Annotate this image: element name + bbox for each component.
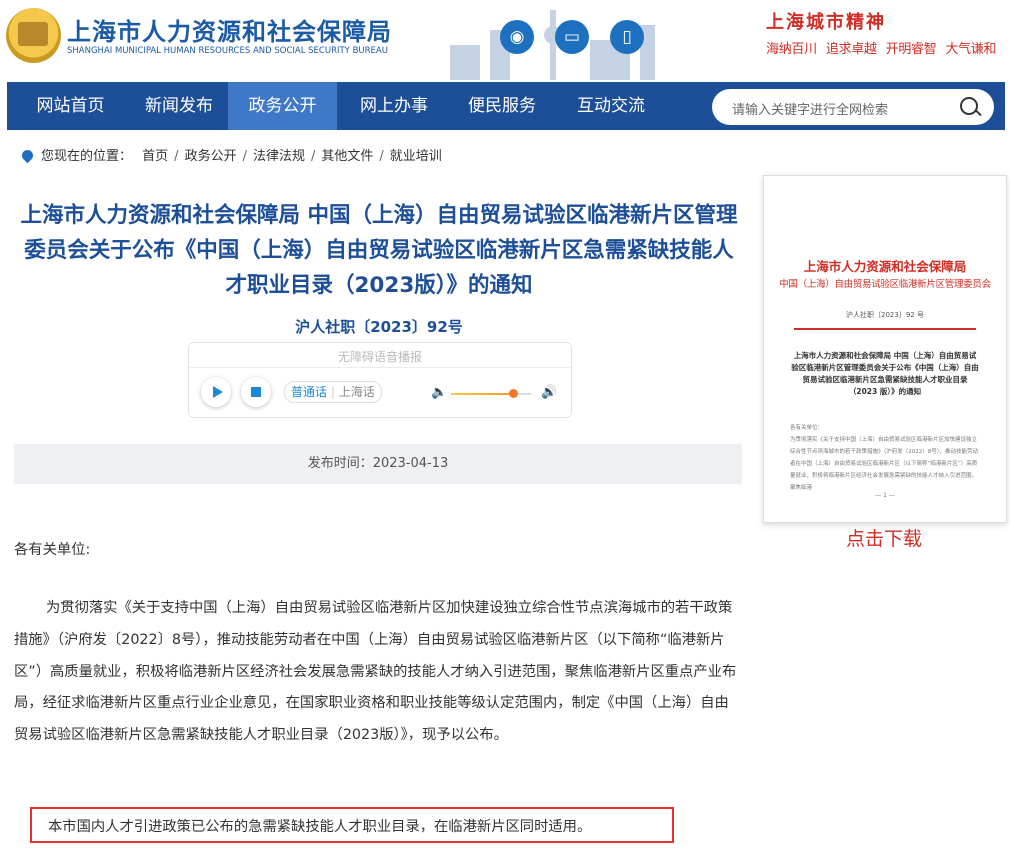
lang-shanghainese[interactable]: 上海话	[339, 385, 375, 399]
player-caption: 无障碍语音播报	[337, 350, 422, 364]
thumb-body-text: 为贯彻落实《关于支持中国（上海）自由贸易试验区临港新片区加快建设独立综合性节点滨…	[790, 437, 978, 491]
spirit-word: 海纳百川	[766, 42, 817, 57]
site-header: 上海市人力资源和社会保障局 SHANGHAI MUNICIPAL HUMAN R…	[0, 0, 1010, 82]
volume-high-icon: 🔊	[541, 385, 558, 400]
breadcrumb-item[interactable]: 政务公开	[185, 149, 237, 164]
thumb-title: 上海市人力资源和社会保障局 中国（上海）自由贸易试验区临港新片区管理委员会关于公…	[791, 351, 979, 396]
breadcrumb-label: 您现在的位置：	[41, 149, 133, 164]
thumb-body: 各有关单位： 为贯彻落实《关于支持中国（上海）自由贸易试验区临港新片区加快建设独立…	[790, 422, 980, 494]
site-title[interactable]: 上海市人力资源和社会保障局	[67, 12, 392, 47]
document-number: 沪人社职〔2023〕92号	[295, 318, 463, 336]
breadcrumb-item[interactable]: 首页	[142, 149, 168, 164]
city-spirit-words: 海纳百川 追求卓越 开明睿智 大气谦和	[766, 38, 1005, 57]
greeting: 各有关单位:	[14, 542, 91, 558]
mobile-icon[interactable]: ▯	[610, 20, 644, 54]
search-input[interactable]: 请输入关键字进行全网检索	[732, 99, 888, 118]
city-spirit-title: 上海城市精神	[766, 12, 886, 33]
thumb-red-rule	[794, 328, 976, 330]
breadcrumb: 您现在的位置： 首页 / 政务公开 / 法律法规 / 其他文件 / 就业培训	[19, 145, 442, 164]
breadcrumb-item[interactable]: 法律法规	[253, 149, 305, 164]
thumb-page-number: — 1 —	[875, 492, 895, 499]
lang-mandarin[interactable]: 普通话	[291, 385, 327, 399]
nav-news[interactable]: 新闻发布	[124, 82, 234, 130]
article-title: 上海市人力资源和社会保障局 中国（上海）自由贸易试验区临港新片区管理委员会关于公…	[20, 203, 738, 298]
weibo-icon[interactable]: ◉	[500, 20, 534, 54]
thumb-org-1: 上海市人力资源和社会保障局	[803, 259, 967, 274]
bureau-logo[interactable]	[6, 8, 61, 63]
spirit-word: 追求卓越	[825, 42, 877, 57]
thumb-doc-number: 沪人社职〔2023〕92 号	[846, 311, 924, 319]
publish-date: 发布时间：2023-04-13	[14, 444, 742, 484]
desktop-icon[interactable]: ▭	[555, 20, 589, 54]
language-switch[interactable]: 普通话 | 上海话	[284, 381, 382, 403]
volume-slider-handle[interactable]	[509, 389, 519, 398]
play-button[interactable]	[201, 377, 231, 407]
highlighted-notice: 本市国内人才引进政策已公布的急需紧缺技能人才职业目录，在临港新片区同时适用。	[30, 807, 674, 843]
nav-online-services[interactable]: 网上办事	[339, 82, 449, 130]
audio-player: 无障碍语音播报 普通话 | 上海话 🔈 🔊	[188, 342, 572, 418]
download-link[interactable]: 点击下载	[763, 524, 1005, 551]
site-search[interactable]: 请输入关键字进行全网检索	[712, 89, 994, 125]
search-icon[interactable]	[960, 97, 978, 115]
document-thumbnail[interactable]: 上海市人力资源和社会保障局 中国（上海）自由贸易试验区临港新片区管理委员会 沪人…	[763, 175, 1007, 523]
spirit-word: 开明睿智	[885, 42, 937, 57]
stop-button[interactable]	[241, 377, 271, 407]
breadcrumb-item[interactable]: 就业培训	[390, 149, 442, 164]
nav-gov-affairs[interactable]: 政务公开	[228, 82, 337, 130]
volume-low-icon: 🔈	[431, 385, 448, 400]
thumb-org-2: 中国（上海）自由贸易试验区临港新片区管理委员会	[779, 279, 991, 290]
volume-slider[interactable]	[451, 393, 531, 395]
article-paragraph: 为贯彻落实《关于支持中国（上海）自由贸易试验区临港新片区加快建设独立综合性节点滨…	[14, 600, 737, 744]
notice-text: 本市国内人才引进政策已公布的急需紧缺技能人才职业目录，在临港新片区同时适用。	[48, 819, 592, 835]
nav-home[interactable]: 网站首页	[14, 82, 127, 130]
location-pin-icon	[19, 147, 36, 164]
nav-interaction[interactable]: 互动交流	[555, 82, 667, 130]
spirit-word: 大气谦和	[945, 42, 997, 57]
thumb-greeting: 各有关单位：	[790, 425, 824, 431]
breadcrumb-item[interactable]: 其他文件	[321, 149, 373, 164]
site-subtitle: SHANGHAI MUNICIPAL HUMAN RESOURCES AND S…	[67, 46, 388, 56]
nav-public-services[interactable]: 便民服务	[447, 82, 557, 130]
